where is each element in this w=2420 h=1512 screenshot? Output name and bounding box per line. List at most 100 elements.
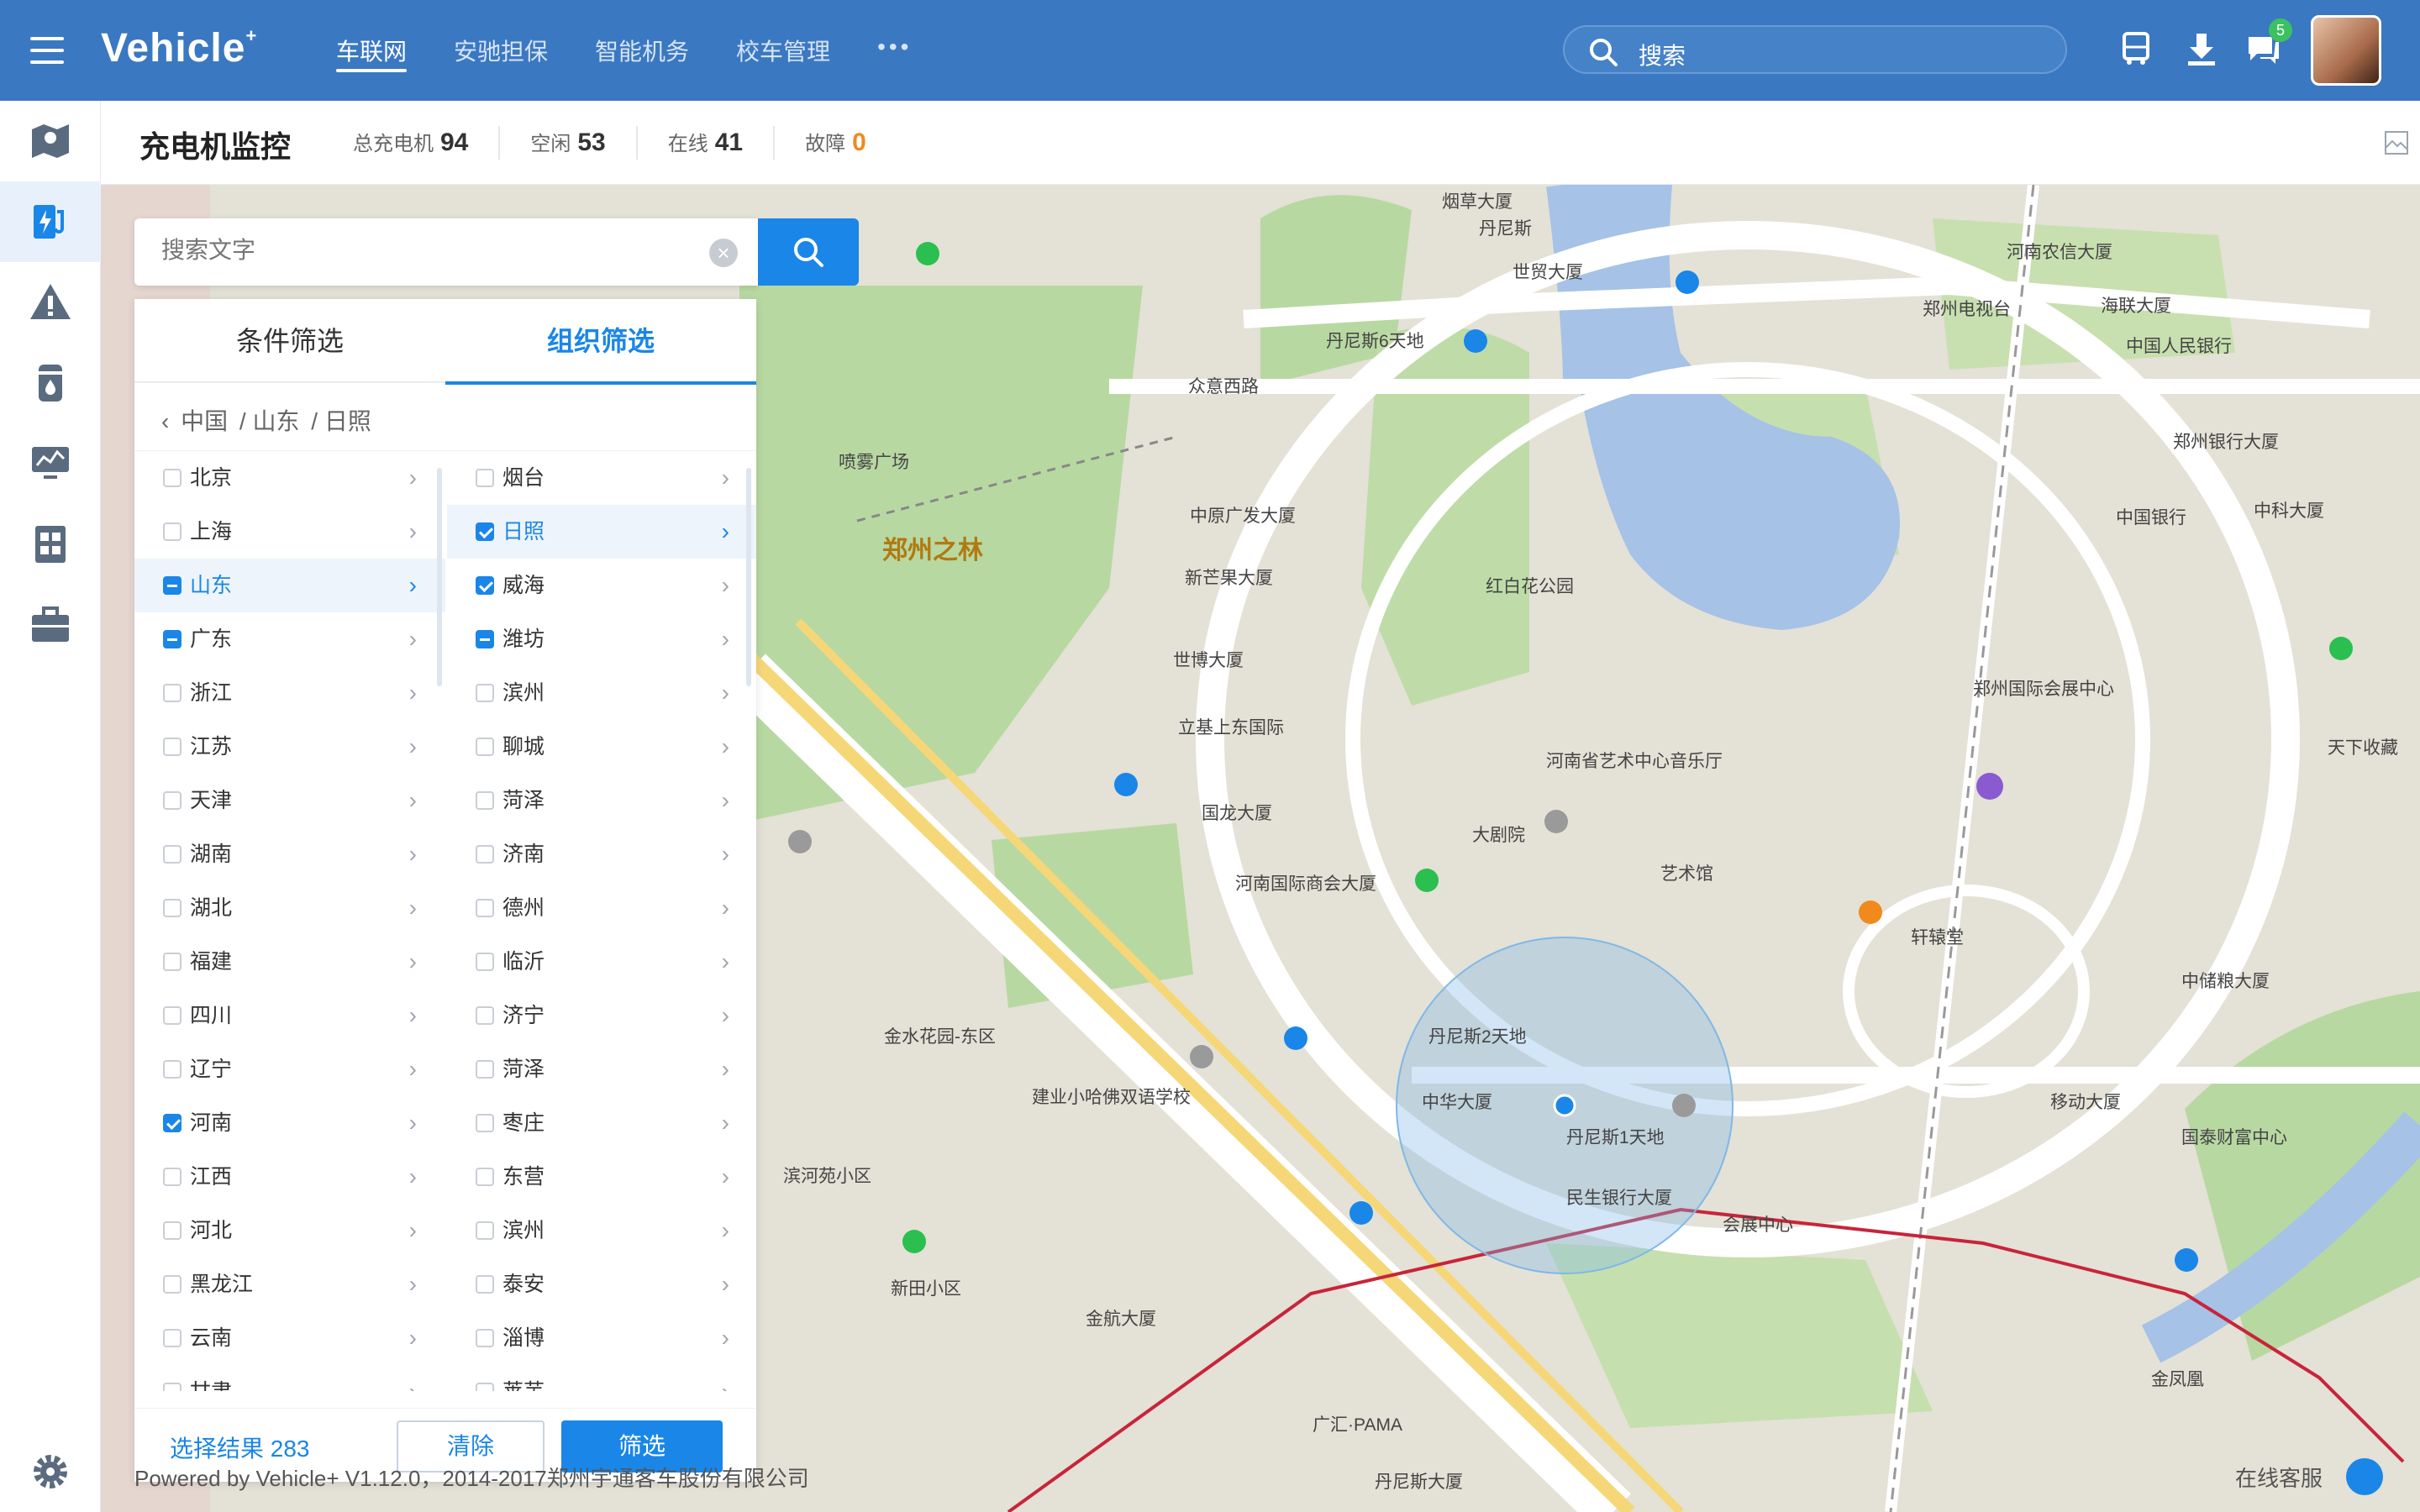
region-checkbox[interactable] xyxy=(476,576,494,595)
map-poi-label[interactable]: 国泰财富中心 xyxy=(2181,1124,2287,1149)
region-item[interactable]: 江苏 › xyxy=(134,720,445,774)
region-item[interactable]: 江西 › xyxy=(134,1150,445,1204)
region-item[interactable]: 云南 › xyxy=(134,1311,445,1365)
breadcrumb-item[interactable]: 山东 xyxy=(252,408,299,434)
chevron-right-icon[interactable]: › xyxy=(409,1042,417,1096)
chevron-right-icon[interactable]: › xyxy=(409,451,417,505)
map-poi-label[interactable]: 中科大厦 xyxy=(2254,497,2324,522)
chevron-right-icon[interactable]: › xyxy=(722,1096,729,1150)
region-checkbox[interactable] xyxy=(476,1221,494,1240)
region-item[interactable]: 上海 › xyxy=(134,505,445,559)
chevron-right-icon[interactable]: › xyxy=(722,720,729,774)
chevron-right-icon[interactable]: › xyxy=(409,1365,417,1391)
map-poi-label[interactable]: 滨河苑小区 xyxy=(783,1163,871,1188)
nav-tab-telematics[interactable]: 车联网 xyxy=(336,34,408,72)
tab-condition-filter[interactable]: 条件筛选 xyxy=(134,299,445,383)
chevron-right-icon[interactable]: › xyxy=(722,1204,729,1257)
region-checkbox[interactable] xyxy=(476,469,494,487)
chevron-right-icon[interactable]: › xyxy=(722,774,729,827)
region-item[interactable]: 河北 › xyxy=(134,1204,445,1257)
map-poi-label[interactable]: 河南省艺术中心音乐厅 xyxy=(1546,748,1723,773)
chevron-right-icon[interactable]: › xyxy=(409,1096,417,1150)
region-checkbox[interactable] xyxy=(163,845,182,864)
sidebar-toolbox-icon[interactable] xyxy=(0,585,101,665)
map-poi-label[interactable]: 大剧院 xyxy=(1472,822,1525,847)
map-layer-icon[interactable] xyxy=(2383,129,2410,156)
region-item[interactable]: 枣庄 › xyxy=(447,1096,756,1150)
chevron-right-icon[interactable]: › xyxy=(722,1042,729,1096)
app-logo[interactable]: Vehicle+ xyxy=(101,25,257,71)
region-item[interactable]: 山东 › xyxy=(134,559,445,612)
chevron-right-icon[interactable]: › xyxy=(722,881,729,935)
chevron-right-icon[interactable]: › xyxy=(409,666,417,720)
map-poi-label[interactable]: 河南国际商会大厦 xyxy=(1235,870,1376,895)
region-item[interactable]: 威海 › xyxy=(447,559,756,612)
hamburger-menu-icon[interactable] xyxy=(30,37,64,64)
region-checkbox[interactable] xyxy=(476,1060,494,1079)
region-checkbox[interactable] xyxy=(476,1114,494,1132)
region-item[interactable]: 甘肃 › xyxy=(134,1365,445,1391)
map-poi-label[interactable]: 丹尼斯 xyxy=(1479,215,1532,240)
map-poi-label[interactable]: 建业小哈佛双语学校 xyxy=(1032,1084,1191,1109)
region-item[interactable]: 德州 › xyxy=(447,881,756,935)
map-poi-label[interactable]: 民生银行大厦 xyxy=(1566,1184,1672,1210)
map-poi-label[interactable]: 轩辕堂 xyxy=(1911,924,1964,949)
map-poi-label[interactable]: 海联大厦 xyxy=(2101,292,2171,318)
map-poi-label[interactable]: 广汇·PAMA xyxy=(1313,1411,1402,1436)
chevron-right-icon[interactable]: › xyxy=(722,935,729,989)
chevron-right-icon[interactable]: › xyxy=(409,1257,417,1311)
chevron-right-icon[interactable]: › xyxy=(722,1311,729,1365)
sidebar-monitor-icon[interactable] xyxy=(0,423,101,504)
map-poi-label[interactable]: 金航大厦 xyxy=(1086,1305,1156,1331)
region-item[interactable]: 滨州 › xyxy=(447,666,756,720)
city-scrollbar[interactable] xyxy=(746,468,751,686)
map-poi-label[interactable]: 丹尼斯大厦 xyxy=(1375,1468,1463,1494)
chevron-right-icon[interactable]: › xyxy=(722,559,729,612)
region-item[interactable]: 泰安 › xyxy=(447,1257,756,1311)
chevron-right-icon[interactable]: › xyxy=(409,1150,417,1204)
map-poi-label[interactable]: 丹尼斯6天地 xyxy=(1326,328,1424,353)
region-item[interactable]: 湖北 › xyxy=(134,881,445,935)
map-poi-label[interactable]: 新芒果大厦 xyxy=(1185,564,1273,590)
map-poi-label[interactable]: 红白花公园 xyxy=(1486,573,1574,598)
chevron-right-icon[interactable]: › xyxy=(722,1257,729,1311)
region-item[interactable]: 东营 › xyxy=(447,1150,756,1204)
region-checkbox[interactable] xyxy=(163,1329,182,1347)
map-poi-label[interactable]: 郑州银行大厦 xyxy=(2173,428,2279,454)
map-poi-label[interactable]: 金水花园-东区 xyxy=(884,1023,996,1048)
panel-search-input[interactable] xyxy=(161,237,666,264)
online-service-link[interactable]: 在线客服 xyxy=(2235,1462,2323,1493)
region-item[interactable]: 潍坊 › xyxy=(447,612,756,666)
chevron-right-icon[interactable]: › xyxy=(409,774,417,827)
region-item[interactable]: 菏泽 › xyxy=(447,1042,756,1096)
region-checkbox[interactable] xyxy=(476,1383,494,1391)
region-checkbox[interactable] xyxy=(163,1275,182,1294)
sidebar-fuel-icon[interactable] xyxy=(0,343,101,423)
map-poi-label[interactable]: 艺术馆 xyxy=(1660,860,1713,885)
region-item[interactable]: 济宁 › xyxy=(447,989,756,1042)
chevron-right-icon[interactable]: › xyxy=(409,935,417,989)
region-checkbox[interactable] xyxy=(163,469,182,487)
map-poi-label[interactable]: 移动大厦 xyxy=(2050,1089,2121,1114)
region-checkbox[interactable] xyxy=(163,953,182,971)
province-scrollbar[interactable] xyxy=(437,468,442,686)
map-poi-label[interactable]: 世博大厦 xyxy=(1173,647,1244,672)
map-poi-label[interactable]: 丹尼斯2天地 xyxy=(1428,1023,1527,1048)
online-service-icon[interactable] xyxy=(2346,1458,2383,1495)
chevron-right-icon[interactable]: › xyxy=(409,1204,417,1257)
nav-tab-maintenance[interactable]: 智能机务 xyxy=(595,34,689,67)
region-item[interactable]: 广东 › xyxy=(134,612,445,666)
chevron-right-icon[interactable]: › xyxy=(409,559,417,612)
chevron-right-icon[interactable]: › xyxy=(722,451,729,505)
bus-icon[interactable] xyxy=(2118,30,2154,67)
region-checkbox[interactable] xyxy=(476,791,494,810)
breadcrumb-back-icon[interactable]: ‹ xyxy=(161,408,169,434)
map-poi-label[interactable]: 喷雾广场 xyxy=(839,449,909,474)
region-item[interactable]: 福建 › xyxy=(134,935,445,989)
region-checkbox[interactable] xyxy=(163,1114,182,1132)
chevron-right-icon[interactable]: › xyxy=(722,827,729,881)
region-item[interactable]: 黑龙江 › xyxy=(134,1257,445,1311)
map-poi-label[interactable]: 郑州电视台 xyxy=(1923,296,2011,321)
chevron-right-icon[interactable]: › xyxy=(409,720,417,774)
map-poi-label[interactable]: 国龙大厦 xyxy=(1202,800,1272,825)
